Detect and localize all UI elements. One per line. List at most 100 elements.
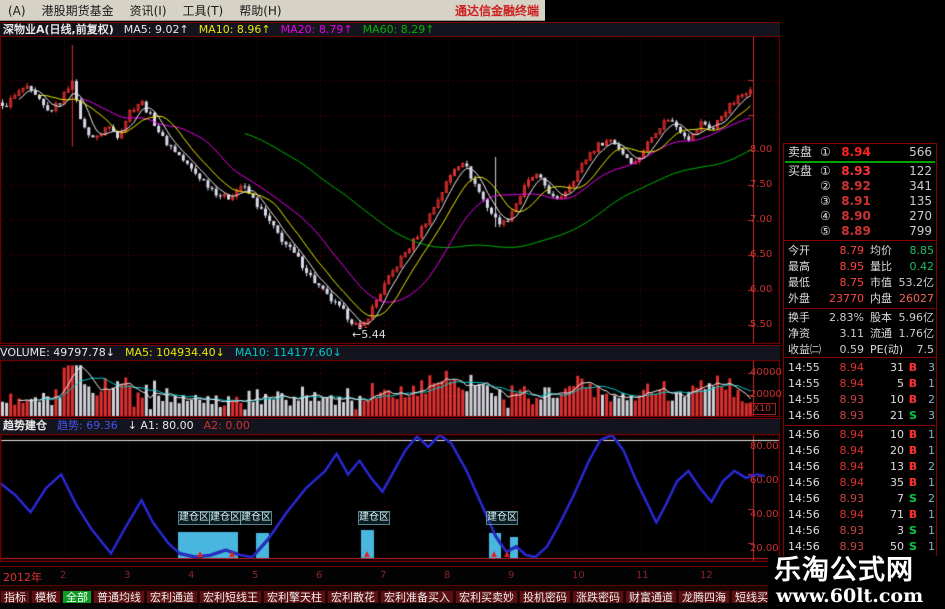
tab-5[interactable]: 宏利短线王: [199, 590, 262, 603]
pane-value-1: ↓ A1: 80.00: [127, 419, 194, 432]
zone-label-4: 建仓区: [486, 511, 518, 525]
price-label-0: 8.00: [750, 144, 773, 155]
detail-value: 8.95: [839, 260, 865, 273]
tick-time: 14:56: [788, 524, 820, 537]
menu-item-2[interactable]: 资讯(I): [122, 0, 175, 19]
tick-price: 8.94: [839, 361, 865, 374]
tick-row: 14:56 8.93 3 S 1: [784, 523, 936, 539]
price-label-3: 6.50: [750, 249, 773, 260]
menu-items: (A) 港股期货基金 资讯(I) 工具(T) 帮助(H): [0, 4, 290, 18]
zone-label-0: 建仓区: [178, 511, 210, 525]
side-label: 买盘: [788, 164, 813, 178]
tick-row: 14:56 8.94 13 B 2: [784, 459, 936, 475]
tick-row: 14:56 8.94 71 B 1: [784, 507, 936, 523]
tick-flag: S: [909, 524, 917, 537]
detail-value: 53.2亿: [898, 276, 935, 289]
tick-price: 8.93: [839, 409, 865, 422]
tab-1[interactable]: 模板: [31, 590, 61, 603]
volume-header: VOLUME: 49797.78↓ MA5: 104934.40↓ MA10: 11…: [0, 345, 780, 360]
quote-price: 8.92: [841, 179, 871, 193]
tick-flag: B: [908, 428, 918, 441]
tick-price: 8.94: [839, 476, 865, 489]
detail-label: 最高: [788, 260, 810, 273]
tab-7[interactable]: 宏利散花: [327, 590, 379, 603]
detail-row: 收益㈡ 0.59 PE(动) 7.5: [784, 342, 936, 358]
tick-flag: B: [908, 361, 918, 374]
tick-row: 14:56 8.94 20 B 1: [784, 443, 936, 459]
pane-value-2: MA20: 8.79↑: [280, 23, 353, 36]
month-label-7: 7: [380, 570, 387, 581]
volume-chart[interactable]: [0, 360, 780, 417]
level-badge: ①: [820, 145, 831, 159]
tick-row: 14:56 8.94 10 B 1: [784, 427, 936, 443]
tick-list-box: 14:55 8.94 31 B 3 14:55 8.94 5 B 1 14:55 8.93 10 B 2 14…: [783, 357, 937, 563]
buy-row-4: ④ 8.90 270: [784, 209, 936, 224]
tick-time: 14:56: [788, 460, 820, 473]
indicator-label-1: 60.00: [750, 475, 779, 486]
tick-time: 14:55: [788, 361, 820, 374]
zone-label-1: 建仓区: [209, 511, 241, 525]
volume-label-0: 40000: [750, 367, 782, 378]
tick-time: 14:56: [788, 476, 820, 489]
tick-volume: 35: [890, 476, 904, 489]
tab-4[interactable]: 宏利通道: [146, 590, 198, 603]
tab-3[interactable]: 普通均线: [93, 590, 145, 603]
tick-flag: B: [908, 460, 918, 473]
tick-row: 14:56 8.93 21 S 3: [784, 408, 936, 424]
candlestick-chart[interactable]: [0, 36, 780, 344]
menu-item-1[interactable]: 港股期货基金: [34, 0, 122, 19]
detail-box: 今开 8.79 均价 8.85 最高 8.95 量比 0.42 最低 8.75 市值 53.2亿 外盘 2…: [783, 240, 937, 359]
tick-row: 14:56 8.94 35 B 1: [784, 475, 936, 491]
tick-volume: 7: [897, 492, 904, 505]
buy-row-5: ⑤ 8.89 799: [784, 224, 936, 239]
tab-6[interactable]: 宏利擎天柱: [263, 590, 326, 603]
tab-8[interactable]: 宏利准备买入: [380, 590, 454, 603]
level-badge: ②: [820, 179, 831, 193]
pane-value-3: MA60: 8.29↑: [362, 23, 435, 36]
tick-count: 3: [928, 361, 935, 374]
tick-row: 14:55 8.94 5 B 1: [784, 376, 936, 392]
watermark-site-name: 乐淘公式网: [774, 555, 914, 586]
tab-12[interactable]: 财富通道: [625, 590, 677, 603]
month-label-2: 2: [60, 570, 67, 581]
menu-item-3[interactable]: 工具(T): [175, 0, 232, 19]
tab-10[interactable]: 投机密码: [519, 590, 571, 603]
month-label-4: 4: [188, 570, 195, 581]
tab-13[interactable]: 龙腾四海: [678, 590, 730, 603]
menu-item-4[interactable]: 帮助(H): [231, 0, 289, 19]
tab-2[interactable]: 全部: [62, 590, 92, 603]
sell-row-1: 卖盘 ① 8.94 566: [784, 145, 936, 160]
indicator-label-0: 80.00: [750, 441, 779, 452]
price-label-2: 7.00: [750, 214, 773, 225]
detail-label: 净资: [788, 327, 810, 340]
trend-indicator-chart[interactable]: [0, 434, 780, 562]
tick-volume: 10: [890, 428, 904, 441]
level-badge: ③: [820, 194, 831, 208]
detail-row: 最低 8.75 市值 53.2亿: [784, 275, 936, 291]
tab-0[interactable]: 指标: [0, 590, 30, 603]
detail-label: 今开: [788, 244, 810, 257]
quote-price: 8.89: [841, 224, 871, 238]
tick-count: 1: [928, 524, 935, 537]
pane-value-0: VOLUME: 49797.78↓: [0, 346, 115, 359]
tick-price: 8.94: [839, 460, 865, 473]
month-label-5: 5: [252, 570, 259, 581]
tick-price: 8.93: [839, 393, 865, 406]
quote-price: 8.93: [841, 164, 871, 178]
pane-value-1: MA5: 104934.40↓: [124, 346, 225, 359]
price-label-1: 7.50: [750, 179, 773, 190]
quote-volume: 122: [909, 164, 932, 178]
tab-11[interactable]: 涨跌密码: [572, 590, 624, 603]
menu-item-0[interactable]: (A): [0, 2, 34, 18]
tick-volume: 71: [890, 508, 904, 521]
detail-row: 外盘 23770 内盘 26027: [784, 291, 936, 307]
side-label: 卖盘: [788, 145, 813, 159]
tick-flag: B: [908, 444, 918, 457]
detail-value: 3.11: [839, 327, 865, 340]
month-label-10: 10: [572, 570, 585, 581]
month-label-11: 11: [636, 570, 649, 581]
tab-9[interactable]: 宏利买卖妙: [455, 590, 518, 603]
tick-flag: S: [909, 409, 917, 422]
detail-label: 外盘: [788, 292, 810, 305]
tick-time: 14:56: [788, 444, 820, 457]
